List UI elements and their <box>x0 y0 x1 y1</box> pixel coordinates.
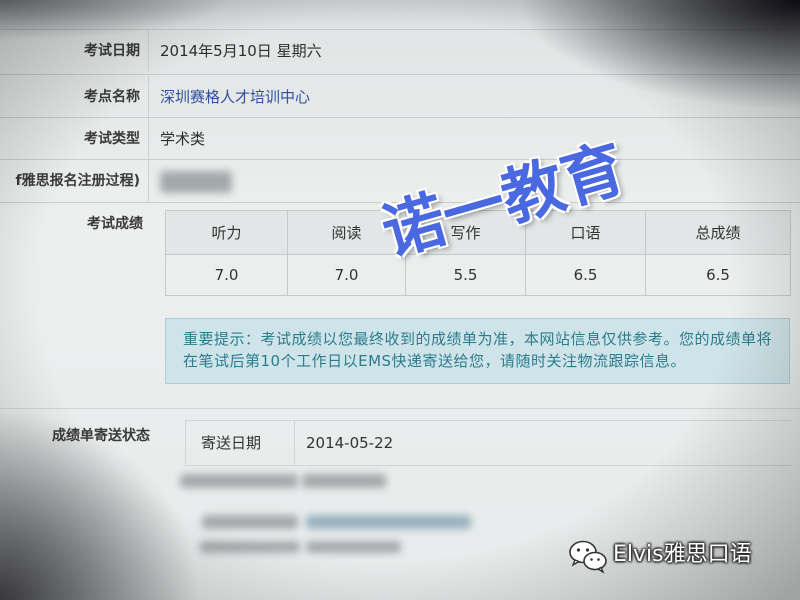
scores-label: 考试成绩 <box>87 216 143 232</box>
score-value-row: 7.0 7.0 5.5 6.5 6.5 <box>165 254 791 296</box>
registration-label: f雅思报名注册过程) <box>15 173 141 189</box>
redacted-value <box>200 541 300 553</box>
section-divider <box>0 408 800 409</box>
score-speaking: 6.5 <box>525 254 646 296</box>
redacted-value <box>302 474 386 488</box>
exam-type-value: 学术类 <box>160 130 206 148</box>
redacted-value <box>202 515 298 529</box>
notice-line: 在笔试后第10个工作日以EMS快递寄送给您，请随时关注物流跟踪信息。 <box>183 352 687 370</box>
notice-line: 重要提示：考试成绩以您最终收到的成绩单为准，本网站信息仅供参考。您的成绩单将 <box>183 330 773 348</box>
redacted-value <box>160 171 232 193</box>
column-divider <box>148 160 149 202</box>
wechat-account-name: Elvis雅思口语 <box>613 542 752 567</box>
delivery-date-value: 2014-05-22 <box>306 434 394 452</box>
column-divider <box>294 421 295 465</box>
score-overall: 6.5 <box>645 254 791 296</box>
exam-date-value: 2014年5月10日 星期六 <box>160 42 322 60</box>
score-header-listening: 听力 <box>165 210 288 255</box>
row-divider <box>0 74 800 75</box>
test-center-row: 考点名称 深圳赛格人才培训中心 <box>0 76 800 118</box>
exam-date-row: 考试日期 2014年5月10日 星期六 <box>0 30 800 72</box>
test-center-label: 考点名称 <box>84 89 140 105</box>
delivery-date-label: 寄送日期 <box>201 434 262 452</box>
column-divider <box>148 30 149 72</box>
results-page: 考试日期 2014年5月10日 星期六 考点名称 深圳赛格人才培训中心 考试类型… <box>0 0 800 600</box>
exam-date-label: 考试日期 <box>84 43 140 59</box>
column-divider <box>148 76 149 118</box>
exam-type-row: 考试类型 学术类 <box>0 118 800 160</box>
test-center-link[interactable]: 深圳赛格人才培训中心 <box>160 76 310 118</box>
exam-type-label: 考试类型 <box>84 131 140 147</box>
redacted-value <box>306 515 471 529</box>
wechat-icon <box>569 540 607 574</box>
redacted-value <box>306 541 401 553</box>
redacted-value <box>180 474 298 488</box>
delivery-status-label: 成绩单寄送状态 <box>52 428 150 444</box>
column-divider <box>148 118 149 160</box>
score-listening: 7.0 <box>165 254 288 296</box>
score-header-overall: 总成绩 <box>645 210 791 255</box>
delivery-status-table: 寄送日期 2014-05-22 <box>185 420 791 466</box>
important-notice: 重要提示：考试成绩以您最终收到的成绩单为准，本网站信息仅供参考。您的成绩单将 在… <box>165 318 790 384</box>
